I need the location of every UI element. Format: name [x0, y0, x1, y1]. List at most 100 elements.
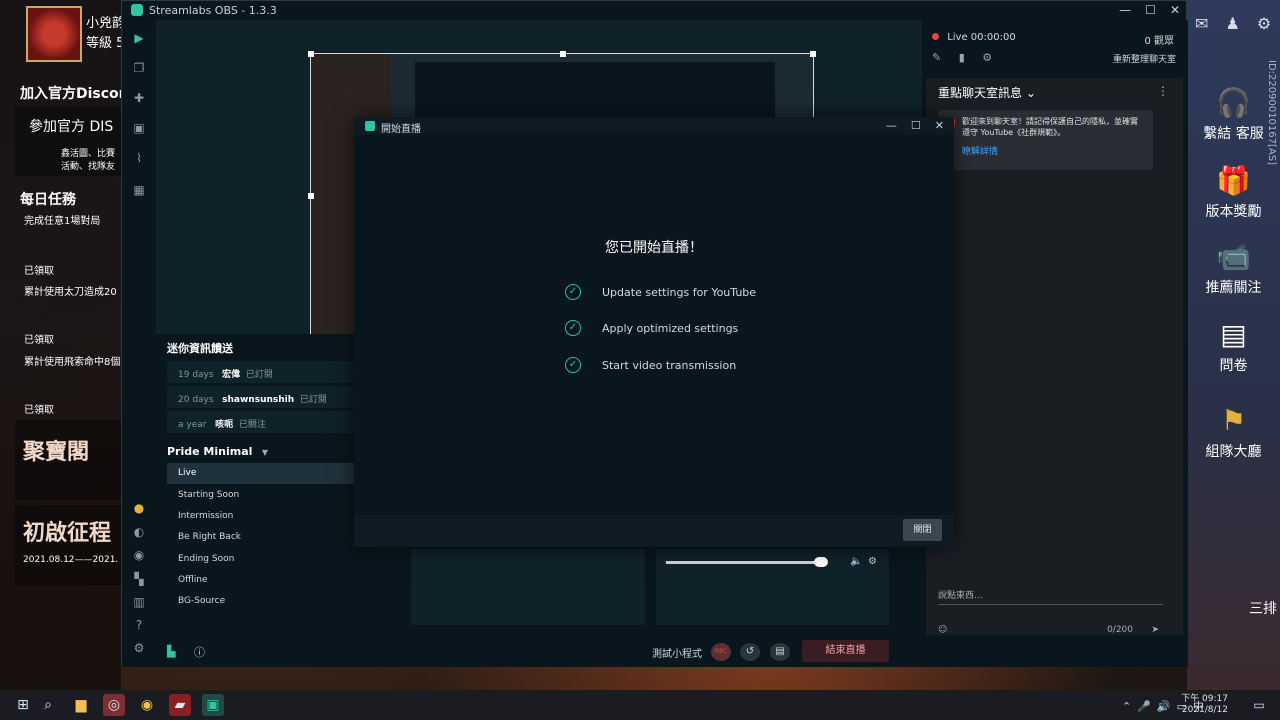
discord-header[interactable]: 加入官方Discord [20, 83, 136, 103]
discord-banner[interactable]: 參加官方 DIS 鑫活圖、比賽 活動、找隊友 [15, 106, 121, 176]
game-menu-label: 組隊大廳 [1205, 444, 1262, 460]
dialog-maximize-button[interactable]: ☐ [911, 119, 921, 132]
apps-nav-icon[interactable]: ▦ [132, 183, 146, 197]
minimize-button[interactable]: — [1119, 3, 1131, 17]
chat-input[interactable]: 說點東西... [938, 588, 1163, 605]
game-player-id: ID:22090010167[AS] [1266, 60, 1277, 165]
guild-emblem-icon [26, 6, 82, 62]
store-nav-icon[interactable]: ▣ [132, 121, 146, 135]
maximize-button[interactable]: ☐ [1145, 3, 1156, 17]
notifications-icon[interactable]: ▭ [1248, 694, 1270, 716]
game-app-icon[interactable]: ▰ [169, 694, 191, 716]
dialog-titlebar[interactable]: 開始直播 — ☐ ✕ [354, 117, 954, 135]
app-icon-yellow[interactable]: ◉ [136, 694, 158, 716]
game-top-icons[interactable]: ✉ ♟ ⚙ [1195, 14, 1277, 33]
event-row[interactable]: a year 咳呃 已關注 [167, 411, 356, 433]
scene-item-bg-source[interactable]: BG-Source [167, 591, 355, 612]
refresh-chat-button[interactable]: 重新整理聊天室 [1113, 52, 1176, 65]
game-menu-trio[interactable]: 三排 [1207, 598, 1277, 618]
journey-label: 初啟征程 [23, 521, 112, 546]
scene-item-live[interactable]: Live [167, 463, 355, 484]
treasure-label: 聚寶閣 [23, 440, 90, 465]
test-widget-button[interactable]: 測試小程式 [652, 645, 702, 660]
file-explorer-icon[interactable]: ▆ [70, 694, 92, 716]
settings-gear-icon[interactable]: ⚙ [132, 641, 146, 655]
schedule-icon[interactable]: ▤ [770, 643, 790, 661]
scene-item-offline[interactable]: Offline [167, 570, 355, 591]
chevron-down-icon: ▼ [256, 448, 268, 457]
ideas-nav-icon[interactable]: ◉ [132, 548, 146, 562]
daily-tasks-title: 每日任務 [20, 192, 76, 208]
chat-title[interactable]: 重點聊天室訊息 ⌄ [938, 84, 1036, 101]
dialog-close-button[interactable]: ✕ [935, 119, 944, 132]
end-stream-button[interactable]: 結束直播 [802, 640, 889, 662]
event-row[interactable]: 19 days 宏偉 已訂閱 [167, 361, 356, 383]
volume-knob[interactable] [814, 557, 828, 567]
scene-item-brb[interactable]: Be Right Back [167, 527, 355, 548]
daily-task-3: 累計使用飛索命中8個 [24, 357, 121, 368]
mini-feed-title: 迷你資訊饋送 [167, 342, 233, 355]
dashboard-nav-icon[interactable]: ◐ [132, 525, 146, 539]
chat-tools: ✎ ▮ ⚙ 重新整理聊天室 [932, 51, 1182, 65]
audio-mixer-dock: 🔈 ⚙ [656, 549, 889, 625]
taskbar-clock[interactable]: 下午 09:17 2021/8/12 [1181, 694, 1228, 716]
game-left-overlay: 小兇韵 等級 5 加入官方Discord 參加官方 DIS 鑫活圖、比賽 活動、… [0, 0, 136, 690]
resize-handle[interactable] [308, 193, 314, 199]
resize-handle[interactable] [560, 51, 566, 57]
streamlabs-taskbar-icon[interactable]: ▣ [202, 694, 224, 716]
help-icon[interactable]: ? [132, 618, 146, 632]
viewer-count: 0 觀眾 [1144, 36, 1174, 47]
daily-task-1: 完成任意1場對局 [24, 216, 101, 227]
game-menu-version-reward[interactable]: 🎁 版本獎勵 [1187, 164, 1280, 221]
record-button[interactable]: REC [711, 643, 731, 661]
volume-slider[interactable] [666, 561, 826, 564]
search-icon[interactable]: ⌕ [37, 694, 59, 716]
obs-titlebar[interactable]: Streamlabs OBS - 1.3.3 — ☐ ✕ [122, 1, 1186, 20]
performance-icon[interactable]: ▙ [167, 645, 175, 658]
layout-nav-icon[interactable]: ▚ [132, 572, 146, 586]
dialog-close-action-button[interactable]: 關閉 [903, 519, 942, 541]
more-options-icon[interactable]: ⋮ [1157, 84, 1169, 98]
themes-nav-icon[interactable]: ❐ [132, 61, 146, 75]
studio-mode-icon[interactable]: ▥ [132, 595, 146, 609]
journey-panel[interactable]: 初啟征程 2021.08.12——2021. [15, 505, 121, 585]
start-windows-icon[interactable]: ⊞ [12, 694, 34, 716]
editor-nav-icon[interactable]: ▶ [132, 31, 146, 45]
dialog-title: 開始直播 [381, 124, 421, 135]
scene-item-intermission[interactable]: Intermission [167, 506, 355, 527]
close-button[interactable]: ✕ [1170, 3, 1180, 17]
check-icon: ✓ [565, 357, 581, 373]
scene-item-starting-soon[interactable]: Starting Soon [167, 485, 355, 506]
info-icon[interactable]: ⓘ [194, 644, 205, 660]
popout-icon[interactable]: ▮ [959, 51, 965, 64]
step-label: Update settings for YouTube [602, 286, 757, 299]
scene-collection-dropdown[interactable]: Pride Minimal ▼ [167, 445, 268, 458]
chrome-icon[interactable]: ◎ [103, 694, 125, 716]
event-action: 已關注 [238, 420, 266, 430]
mixer-settings-icon[interactable]: ⚙ [868, 556, 877, 567]
dialog-heading: 您已開始直播！ [605, 240, 703, 256]
stats-nav-icon[interactable]: ⌇ [132, 151, 146, 165]
tools-nav-icon[interactable]: ✚ [132, 91, 146, 105]
highlight-nav-icon[interactable]: ● [132, 501, 146, 515]
game-menu-label: 推薦關注 [1205, 280, 1262, 296]
treasure-panel[interactable]: 聚寶閣 [15, 420, 121, 500]
event-time: a year [178, 420, 207, 430]
chat-panel: Live 00:00:00 0 觀眾 ✎ ▮ ⚙ 重新整理聊天室 重點聊天室訊息… [922, 20, 1188, 667]
chat-settings-icon[interactable]: ⚙ [982, 51, 992, 64]
game-menu-recommended[interactable]: 📹 推薦關注 [1187, 240, 1280, 297]
scene-item-ending-soon[interactable]: Ending Soon [167, 549, 355, 570]
resize-handle[interactable] [810, 51, 816, 57]
speaker-icon[interactable]: 🔈 [850, 556, 862, 567]
dialog-body: 您已開始直播！ ✓ Update settings for YouTube ✓ … [354, 135, 954, 515]
dialog-minimize-button[interactable]: — [886, 119, 897, 132]
game-menu-team-lobby[interactable]: ⚑ 組隊大廳 [1187, 404, 1280, 461]
event-row[interactable]: 20 days shawnsunshih 已訂閱 [167, 386, 356, 408]
edit-icon[interactable]: ✎ [932, 51, 941, 64]
emoji-icon[interactable]: ☺ [938, 625, 947, 635]
learn-more-link[interactable]: 瞭解詳情 [962, 144, 1145, 157]
replay-buffer-icon[interactable]: ↺ [740, 643, 760, 661]
resize-handle[interactable] [308, 51, 314, 57]
send-icon[interactable]: ➤ [1151, 625, 1159, 635]
game-menu-survey[interactable]: ▤ 問卷 [1187, 318, 1280, 375]
